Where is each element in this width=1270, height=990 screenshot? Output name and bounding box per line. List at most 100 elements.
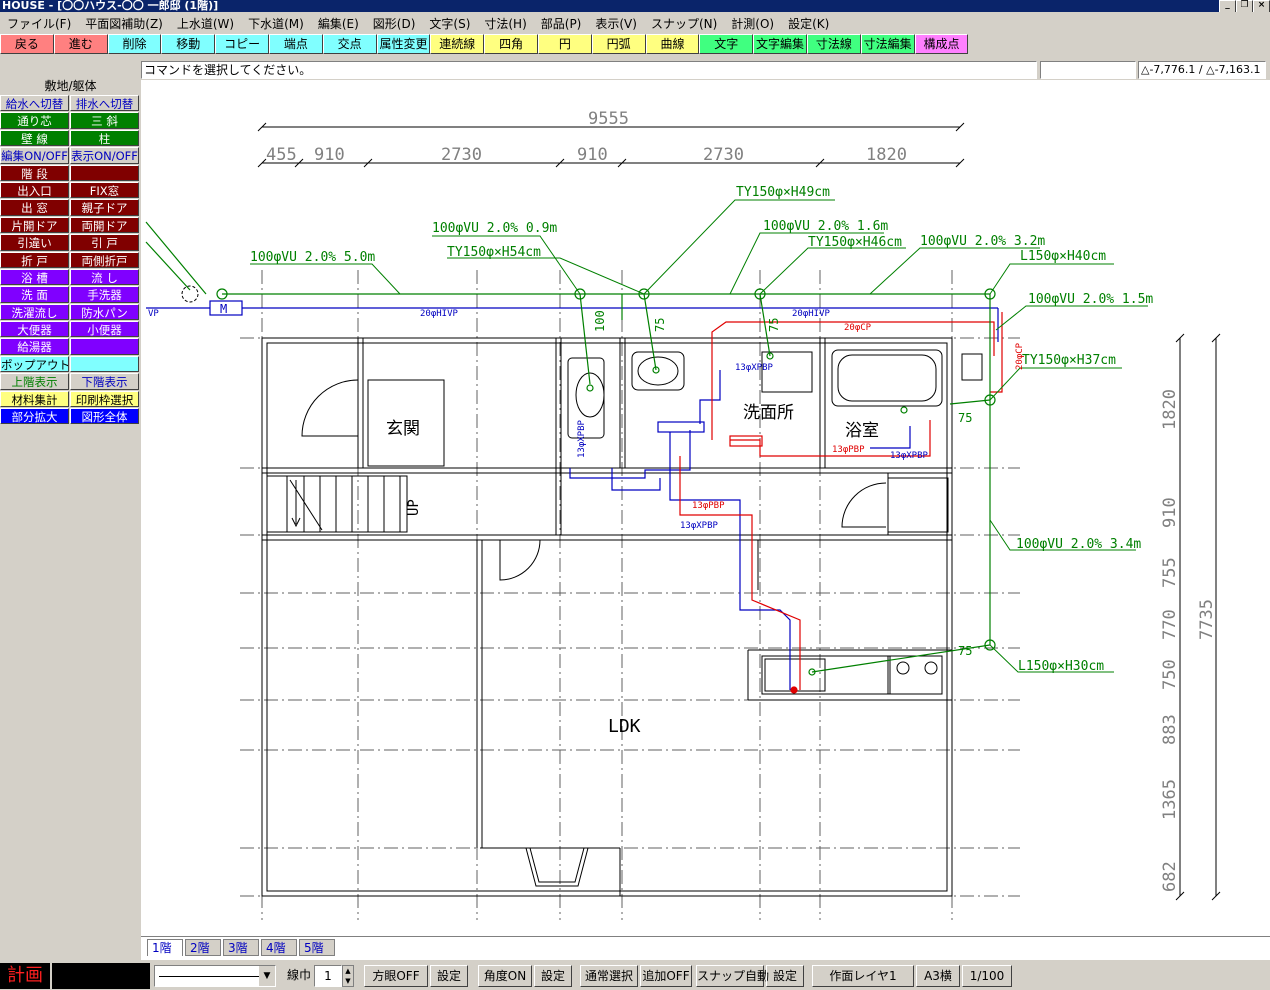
- sidebar-button-8-1[interactable]: 引 戸: [70, 234, 139, 251]
- grid-settings-button[interactable]: 設定: [430, 965, 468, 987]
- menu-item-11[interactable]: 計測(O): [724, 15, 781, 32]
- line-width-input[interactable]: 1: [314, 965, 342, 987]
- sidebar-button-11-1[interactable]: 手洗器: [70, 286, 139, 303]
- floor-tab-4[interactable]: 4階: [261, 939, 297, 956]
- toolbar-button-17[interactable]: 構成点: [914, 34, 969, 54]
- pipe-label-ty46: TY150φ×H46cm: [808, 235, 902, 250]
- sidebar-button-16-0[interactable]: 上階表示: [0, 373, 69, 390]
- sidebar-button-8-0[interactable]: 引違い: [0, 234, 69, 251]
- sidebar-button-9-0[interactable]: 折 戸: [0, 251, 69, 268]
- sidebar-button-13-1[interactable]: 小便器: [70, 321, 139, 338]
- menu-item-0[interactable]: ファイル(F): [0, 15, 78, 32]
- sidebar-button-18-1[interactable]: 図形全体: [70, 408, 139, 425]
- sidebar-button-11-0[interactable]: 洗 面: [0, 286, 69, 303]
- drawing-canvas[interactable]: 9555 455 910 2730 910 2730 1820 7735 182…: [141, 80, 1270, 936]
- toolbar-button-0[interactable]: 戻る: [0, 34, 54, 54]
- sidebar-button-15-1[interactable]: [70, 355, 139, 373]
- sidebar-button-14-0[interactable]: 給湯器: [0, 338, 69, 355]
- sidebar-button-12-1[interactable]: 防水パン: [70, 303, 139, 321]
- snap-mode-button[interactable]: スナップ自動: [696, 965, 769, 987]
- pipe-label-vu16: 100φVU 2.0% 1.6m: [763, 219, 888, 234]
- sidebar-button-1-1[interactable]: 三 斜: [70, 112, 139, 129]
- toolbar-button-13[interactable]: 文字: [699, 34, 754, 54]
- add-toggle[interactable]: 追加OFF: [640, 965, 692, 987]
- floor-tab-5[interactable]: 5階: [299, 939, 335, 956]
- pipe-size-100: 100: [593, 310, 607, 332]
- sidebar-button-3-1[interactable]: 表示ON/OFF: [70, 147, 139, 164]
- sidebar-button-4-0[interactable]: 階 段: [0, 164, 69, 181]
- menu-item-8[interactable]: 部品(P): [534, 15, 589, 32]
- sidebar-button-14-1[interactable]: [70, 338, 139, 355]
- sidebar-button-0-1[interactable]: 排水へ切替: [70, 95, 139, 112]
- toolbar-button-14[interactable]: 文字編集: [753, 34, 807, 54]
- select-mode-button[interactable]: 通常選択: [580, 965, 638, 987]
- sidebar-button-10-0[interactable]: 浴 槽: [0, 268, 69, 286]
- sidebar-button-9-1[interactable]: 両側折戸: [70, 251, 139, 268]
- menu-item-10[interactable]: スナップ(N): [644, 15, 724, 32]
- menu-item-12[interactable]: 設定(K): [781, 15, 836, 32]
- toolbar-button-15[interactable]: 寸法線: [806, 34, 861, 54]
- grid-toggle[interactable]: 方眼OFF: [364, 965, 428, 987]
- minimize-button[interactable]: _: [1219, 0, 1236, 12]
- sidebar-button-2-1[interactable]: 柱: [70, 129, 139, 147]
- toolbar-button-4[interactable]: コピー: [215, 34, 269, 54]
- sidebar-button-6-0[interactable]: 出 窓: [0, 199, 69, 216]
- sidebar-button-13-0[interactable]: 大便器: [0, 321, 69, 338]
- menu-item-5[interactable]: 図形(D): [366, 15, 423, 32]
- toolbar-button-3[interactable]: 移動: [161, 34, 216, 54]
- restore-button[interactable]: ❐: [1236, 0, 1253, 12]
- pbp-label-2: 13φPBP: [692, 501, 725, 511]
- sidebar-button-3-0[interactable]: 編集ON/OFF: [0, 147, 69, 164]
- sidebar-button-2-0[interactable]: 壁 線: [0, 129, 69, 147]
- sidebar-button-7-0[interactable]: 片開ドア: [0, 216, 69, 234]
- floor-tab-1[interactable]: 1階: [147, 939, 183, 956]
- line-type-select[interactable]: ▼: [154, 965, 276, 987]
- paper-size[interactable]: A3横: [916, 965, 960, 987]
- sidebar-button-5-0[interactable]: 出入口: [0, 181, 69, 199]
- chevron-down-icon[interactable]: ▼: [259, 966, 275, 986]
- menu-item-3[interactable]: 下水道(M): [241, 15, 311, 32]
- toolbar-button-16[interactable]: 寸法編集: [860, 34, 915, 54]
- close-button[interactable]: ×: [1253, 0, 1270, 12]
- menu-item-9[interactable]: 表示(V): [588, 15, 644, 32]
- sidebar-button-10-1[interactable]: 流 し: [70, 268, 139, 286]
- toolbar-button-2[interactable]: 削除: [107, 34, 162, 54]
- sidebar-button-7-1[interactable]: 両開ドア: [70, 216, 139, 234]
- menu-item-6[interactable]: 文字(S): [422, 15, 477, 32]
- menu-item-7[interactable]: 寸法(H): [477, 15, 533, 32]
- sidebar-button-12-0[interactable]: 洗濯流し: [0, 303, 69, 321]
- snap-settings-button[interactable]: 設定: [766, 965, 804, 987]
- floor-tab-2[interactable]: 2階: [185, 939, 221, 956]
- sidebar-button-0-0[interactable]: 給水へ切替: [0, 95, 69, 112]
- sidebar-button-6-1[interactable]: 親子ドア: [70, 199, 139, 216]
- menu-item-4[interactable]: 編集(E): [311, 15, 366, 32]
- toolbar-button-6[interactable]: 交点: [322, 34, 377, 54]
- menu-item-2[interactable]: 上水道(W): [170, 15, 241, 32]
- toolbar-button-10[interactable]: 円: [537, 34, 592, 54]
- toolbar-button-7[interactable]: 属性変更: [376, 34, 431, 54]
- toolbar-button-9[interactable]: 四角: [484, 34, 538, 54]
- sidebar-button-17-1[interactable]: 印刷枠選択: [70, 390, 139, 408]
- toolbar-button-11[interactable]: 円弧: [591, 34, 646, 54]
- grid-lines: [240, 270, 1020, 920]
- sidebar-button-4-1[interactable]: [70, 164, 139, 181]
- angle-toggle[interactable]: 角度ON: [478, 965, 532, 987]
- layer-selector[interactable]: 作面レイヤ1: [812, 965, 914, 987]
- floor-tab-3[interactable]: 3階: [223, 939, 259, 956]
- sidebar-button-1-0[interactable]: 通り芯: [0, 112, 69, 129]
- toolbar-button-1[interactable]: 進む: [53, 34, 108, 54]
- sidebar-button-16-1[interactable]: 下階表示: [70, 373, 139, 390]
- toolbar-button-5[interactable]: 端点: [268, 34, 323, 54]
- sidebar-button-5-1[interactable]: FIX窓: [70, 181, 139, 199]
- toolbar-button-8[interactable]: 連続線: [430, 34, 485, 54]
- sidebar-button-15-0[interactable]: ポップアウト: [0, 355, 69, 373]
- line-width-spinner[interactable]: ▲ ▼: [342, 965, 354, 987]
- sidebar-button-18-0[interactable]: 部分拡大: [0, 408, 69, 425]
- drawing-scale[interactable]: 1/100: [962, 965, 1012, 987]
- sidebar-button-17-0[interactable]: 材料集計: [0, 390, 69, 408]
- command-input[interactable]: [1040, 61, 1136, 79]
- angle-settings-button[interactable]: 設定: [534, 965, 572, 987]
- menu-item-1[interactable]: 平面図補助(Z): [78, 15, 170, 32]
- toolbar-button-12[interactable]: 曲線: [645, 34, 700, 54]
- color-swatch[interactable]: [52, 963, 150, 989]
